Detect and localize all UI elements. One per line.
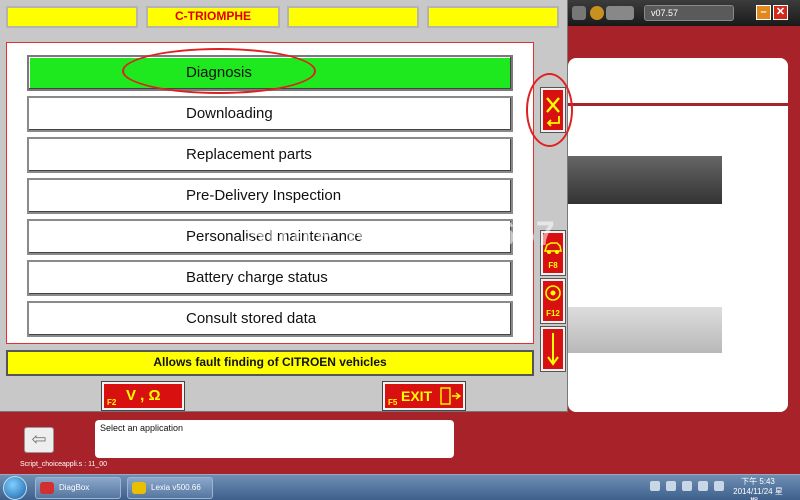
exit-door-icon xyxy=(440,387,461,405)
menu-item-consult-stored-data[interactable]: Consult stored data xyxy=(27,301,513,337)
menu-item-replacement-parts[interactable]: Replacement parts xyxy=(27,137,513,173)
diagbox-toolbar-icon[interactable] xyxy=(590,6,604,20)
taskbar-item-lexia[interactable]: Lexia v500.66 xyxy=(127,477,213,499)
taskbar-label: Lexia v500.66 xyxy=(151,483,201,492)
start-button[interactable] xyxy=(3,476,27,500)
menu-item-battery-charge-status[interactable]: Battery charge status xyxy=(27,260,513,296)
diagbox-panel xyxy=(568,58,788,412)
menu-item-pre-delivery-inspection[interactable]: Pre-Delivery Inspection xyxy=(27,178,513,214)
f8-key-label: F8 xyxy=(548,261,558,270)
scroll-down-button[interactable] xyxy=(540,326,566,372)
diagbox-divider xyxy=(568,103,788,106)
taskbar-item-diagbox[interactable]: DiagBox xyxy=(35,477,121,499)
f5-key-label: F5 xyxy=(388,398,398,407)
store-watermark: Store No: 2082657 xyxy=(244,215,556,253)
arrow-down-icon xyxy=(547,333,559,366)
title-cell-3 xyxy=(287,6,419,28)
diagbox-button-light[interactable] xyxy=(568,307,722,353)
diagbox-button-dark[interactable] xyxy=(568,156,722,204)
back-arrow-button[interactable]: ⇦ xyxy=(24,427,54,453)
message-box: Select an application xyxy=(95,420,454,458)
network-icon[interactable] xyxy=(682,481,692,491)
diagbox-icon xyxy=(40,482,54,494)
f2-voltage-ohm-button[interactable]: F2 V , Ω xyxy=(101,381,185,411)
citroen-logo-icon xyxy=(132,482,146,494)
volume-icon[interactable] xyxy=(698,481,708,491)
tray-icon[interactable] xyxy=(650,481,660,491)
windows-taskbar: DiagBox Lexia v500.66 下午 5:43 2014/11/24… xyxy=(0,474,800,500)
title-cell-1 xyxy=(6,6,138,28)
taskbar-clock[interactable]: 下午 5:43 2014/11/24 星期一 xyxy=(730,477,786,500)
f12-button[interactable]: F12 xyxy=(540,278,566,324)
diagbox-version-label: v07.57 xyxy=(644,5,734,21)
clock-time: 下午 5:43 xyxy=(741,477,775,486)
f2-key-label: F2 xyxy=(107,398,117,407)
minimize-button[interactable]: – xyxy=(756,5,771,20)
status-bar: Allows fault finding of CITROEN vehicles xyxy=(6,350,534,376)
message-text: Select an application xyxy=(100,423,184,433)
vehicle-title: C-TRIOMPHE xyxy=(146,6,280,28)
script-label: Script_choiceappli.s : 11_00 xyxy=(20,461,108,468)
diagbox-toolbar-icon[interactable] xyxy=(572,6,586,20)
f5-exit-button[interactable]: F5 EXIT xyxy=(382,381,466,411)
highlight-circle-validate xyxy=(526,73,573,147)
exit-button-label: EXIT xyxy=(401,388,433,404)
f12-key-label: F12 xyxy=(546,309,560,318)
menu-item-downloading[interactable]: Downloading xyxy=(27,96,513,132)
highlight-circle-diagnosis xyxy=(122,48,316,94)
taskbar-label: DiagBox xyxy=(59,483,90,492)
tray-icon[interactable] xyxy=(666,481,676,491)
diagbox-toolbar-icon[interactable] xyxy=(606,6,634,20)
sensor-icon xyxy=(545,285,561,301)
title-cell-4 xyxy=(427,6,559,28)
clock-date: 2014/11/24 星期一 xyxy=(733,487,783,500)
system-tray xyxy=(650,481,730,495)
tray-icon[interactable] xyxy=(714,481,724,491)
f2-button-label: V , Ω xyxy=(126,387,161,404)
lexia-dialog: C-TRIOMPHE Diagnosis Downloading Replace… xyxy=(0,0,573,412)
close-window-button[interactable]: ✕ xyxy=(773,5,788,20)
